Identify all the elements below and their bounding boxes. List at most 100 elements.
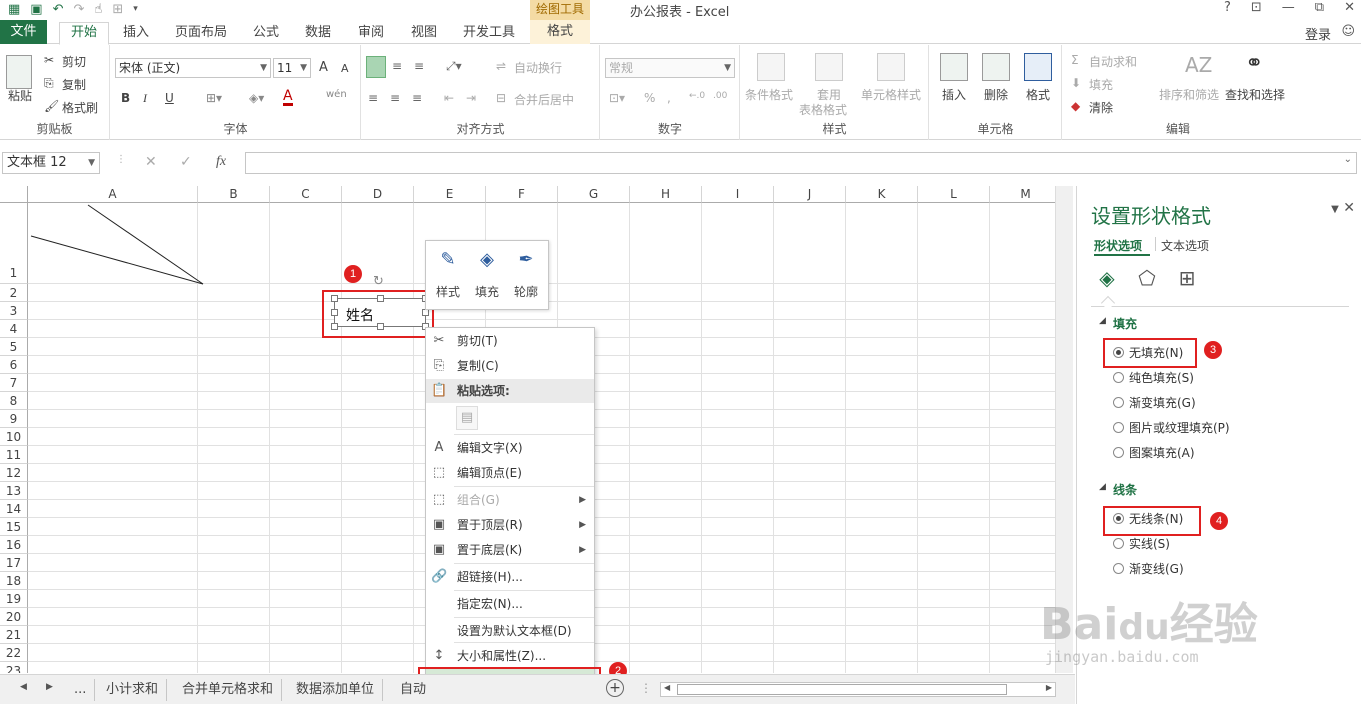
radio-label: 渐变填充(G) [1129, 396, 1196, 410]
scissors-icon: ✂ [433, 333, 445, 348]
menu-item[interactable]: ⎘ 复制(C) [426, 354, 594, 378]
annotation-box-3 [1103, 338, 1197, 368]
menu-item[interactable]: 设置为默认文本框(D) [426, 619, 594, 643]
radio-button[interactable] [1113, 422, 1124, 433]
sheet-tab[interactable]: 数据添加单位 [288, 679, 384, 701]
excel-window: ▦ ▣ ↶ ↷ ☝ ⊞ ▾ 绘图工具 办公报表 - Excel ? ⊡ — ⧉ … [0, 0, 1361, 704]
pane-title: 设置形状格式 [1091, 204, 1211, 228]
resize-handle[interactable] [331, 323, 338, 330]
sheet-tab[interactable]: 小计求和 [98, 679, 168, 701]
menu-item-label: 置于底层(K) [457, 543, 523, 557]
radio-option[interactable]: 纯色填充(S) [1113, 369, 1194, 387]
scroll-left-icon[interactable]: ◀ [664, 683, 670, 692]
menu-item-label: 大小和属性(Z)... [457, 649, 547, 663]
radio-button[interactable] [1113, 397, 1124, 408]
scroll-right-icon[interactable]: ▶ [46, 682, 53, 692]
radio-label: 图案填充(A) [1129, 446, 1195, 460]
submenu-arrow-icon: ▶ [579, 495, 586, 505]
outline-button[interactable]: ✒ 轮廓 [507, 245, 545, 305]
menu-item[interactable]: ▣ 置于底层(K) ▶ [426, 538, 594, 562]
send-back-icon: ▣ [432, 542, 446, 557]
edit-text-icon: A [434, 440, 444, 455]
radio-button[interactable] [1113, 563, 1124, 574]
annotation-badge-1: 1 [344, 265, 362, 283]
tab-splitter-icon[interactable]: ⋮ [640, 681, 652, 695]
mini-toolbar: ✎ 样式 ◈ 填充 ✒ 轮廓 [425, 240, 549, 310]
collapse-line-icon[interactable]: ◢ [1099, 482, 1106, 492]
annotation-badge-3: 3 [1204, 341, 1222, 359]
radio-option[interactable]: 图片或纹理填充(P) [1113, 419, 1230, 437]
resize-handle[interactable] [331, 295, 338, 302]
radio-option[interactable]: 实线(S) [1113, 535, 1170, 553]
horizontal-scrollbar[interactable]: ◀ ▶ [660, 682, 1056, 697]
menu-item[interactable]: 🔗 超链接(H)... [426, 565, 594, 589]
effects-pentagon-icon[interactable]: ⬠ [1135, 266, 1159, 290]
scroll-left-icon[interactable]: ◀ [20, 682, 27, 692]
radio-button[interactable] [1113, 372, 1124, 383]
text-box-text[interactable]: 姓名 [346, 305, 374, 325]
scroll-right-icon[interactable]: ▶ [1046, 683, 1052, 692]
menu-item[interactable]: ▣ 置于顶层(R) ▶ [426, 513, 594, 537]
active-tab-underline [1094, 254, 1150, 256]
add-sheet-button[interactable]: + [606, 679, 624, 697]
tab-text-options[interactable]: 文本选项 [1161, 237, 1209, 254]
radio-option[interactable]: 渐变填充(G) [1113, 394, 1196, 412]
menu-separator [454, 617, 594, 618]
fill-label: 填充 [474, 285, 499, 299]
radio-button[interactable] [1113, 538, 1124, 549]
outline-label: 轮廓 [513, 285, 538, 299]
tab-divider [1155, 237, 1156, 251]
paste-icon: 📋 [431, 383, 448, 398]
menu-item-label: 粘贴选项: [457, 384, 510, 398]
size-properties-icon[interactable]: ⊞ [1175, 266, 1199, 290]
radio-button[interactable] [1113, 447, 1124, 458]
hyperlink-icon: 🔗 [431, 569, 448, 584]
fill-button[interactable]: ◈ 填充 [468, 245, 506, 305]
resize-handle[interactable] [331, 309, 338, 316]
fill-line-icon[interactable]: ◈ [1095, 266, 1119, 290]
menu-item-label: 复制(C) [457, 359, 499, 373]
paste-option-icon[interactable]: ▤ [456, 406, 478, 430]
resize-handle[interactable] [377, 323, 384, 330]
radio-option[interactable]: 图案填充(A) [1113, 444, 1195, 462]
baidu-watermark-url: jingyan.baidu.com [1045, 648, 1199, 666]
close-pane-icon[interactable]: ✕ [1343, 200, 1355, 216]
sheet-tab[interactable]: 自动 [392, 679, 434, 701]
resize-handle[interactable] [377, 295, 384, 302]
sheet-tabs-more[interactable]: ... [66, 679, 96, 701]
collapse-fill-icon[interactable]: ◢ [1099, 316, 1106, 326]
style-label: 样式 [435, 285, 460, 299]
resize-handle[interactable] [422, 309, 429, 316]
line-section-title[interactable]: 线条 [1113, 481, 1137, 498]
edit-points-icon: ⬚ [432, 465, 446, 480]
annotation-box-4 [1103, 506, 1201, 536]
menu-item[interactable]: ⬚ 编辑顶点(E) [426, 461, 594, 485]
menu-item[interactable]: ✂ 剪切(T) [426, 329, 594, 353]
menu-item-label: 编辑顶点(E) [457, 466, 522, 480]
fill-section-title[interactable]: 填充 [1113, 315, 1137, 332]
context-menu: ✂ 剪切(T) ⎘ 复制(C) 📋 粘贴选项: A 编辑文字(X) ⬚ 编辑顶点(E) ⬚ 组合(G)… [425, 327, 595, 701]
baidu-watermark-logo: Baidu经验 [1040, 599, 1258, 650]
menu-item-label: 超链接(H)... [457, 570, 523, 584]
menu-item[interactable]: 指定宏(N)... [426, 592, 594, 616]
scrollbar-thumb[interactable] [677, 684, 1007, 695]
menu-item[interactable]: ↕ 大小和属性(Z)... [426, 644, 594, 668]
tab-shape-options[interactable]: 形状选项 [1094, 237, 1142, 254]
shape-style-icon: ✎ [440, 249, 456, 270]
submenu-arrow-icon: ▶ [579, 545, 586, 555]
sheet-tab[interactable]: 合并单元格求和 [174, 679, 283, 701]
menu-item[interactable]: A 编辑文字(X) [426, 436, 594, 460]
radio-option[interactable]: 渐变线(G) [1113, 560, 1184, 578]
menu-item-label: 设置为默认文本框(D) [457, 624, 572, 638]
style-button[interactable]: ✎ 样式 [429, 245, 467, 305]
menu-item[interactable]: ⬚ 组合(G) ▶ [426, 488, 594, 512]
group-icon: ⬚ [432, 492, 446, 507]
annotation-badge-4: 4 [1210, 512, 1228, 530]
rotate-handle-icon[interactable]: ↻ [373, 274, 384, 289]
active-icon-pointer [1100, 295, 1116, 311]
pane-divider [1091, 306, 1349, 307]
pane-controls: ▼ ✕ [1331, 200, 1355, 216]
pane-options-icon[interactable]: ▼ [1331, 204, 1339, 215]
size-icon: ↕ [433, 648, 445, 663]
menu-item-label: 指定宏(N)... [457, 597, 523, 611]
